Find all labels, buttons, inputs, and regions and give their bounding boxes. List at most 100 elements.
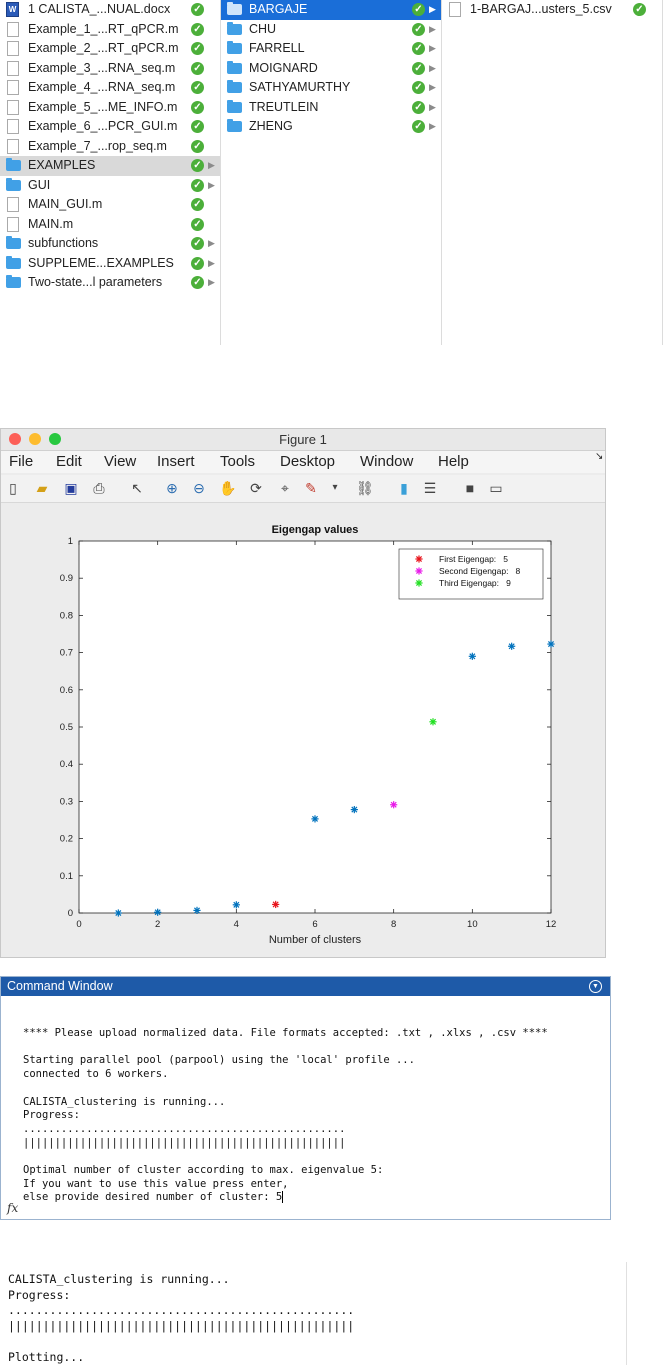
- file-icon: [7, 216, 19, 232]
- finder-col3-item-label: 1-BARGAJ...usters_5.csv: [470, 2, 612, 16]
- finder-col1-item[interactable]: Example_7_...rop_seq.m ✓: [0, 137, 220, 157]
- dock-icon[interactable]: ▭: [488, 480, 504, 496]
- finder-col2-item[interactable]: TREUTLEIN ✓ ▶: [221, 98, 441, 118]
- file-icon: [7, 197, 19, 212]
- finder-col1-item[interactable]: Example_4_...RNA_seq.m ✓: [0, 78, 220, 98]
- finder-col2-item[interactable]: CHU ✓ ▶: [221, 20, 441, 40]
- expand-arrow-icon: ▶: [208, 277, 215, 287]
- y-tick-label: 0.5: [60, 722, 73, 733]
- sync-check-icon: ✓: [633, 3, 646, 16]
- hide-tools-icon[interactable]: ■: [462, 480, 478, 496]
- menu-file[interactable]: File: [9, 453, 33, 470]
- zoom-in-icon[interactable]: ⊕: [164, 480, 180, 496]
- data-point: [232, 901, 240, 909]
- sync-check-icon: ✓: [191, 3, 204, 16]
- finder-col1-item[interactable]: subfunctions ✓ ▶: [0, 234, 220, 254]
- menu-edit[interactable]: Edit: [56, 453, 82, 470]
- menu-desktop[interactable]: Desktop: [280, 453, 335, 470]
- pan-icon[interactable]: ✋: [219, 480, 236, 496]
- command-line: Optimal number of cluster according to m…: [23, 1164, 384, 1176]
- data-point: [154, 908, 162, 916]
- fx-icon[interactable]: fx: [7, 1201, 18, 1215]
- finder-col1-item[interactable]: Example_5_...ME_INFO.m ✓: [0, 98, 220, 118]
- sync-check-icon: ✓: [412, 81, 425, 94]
- word-doc-icon: W: [6, 2, 19, 17]
- menu-help[interactable]: Help: [438, 453, 469, 470]
- figure-menubar: File Edit View Insert Tools Desktop Wind…: [1, 451, 605, 473]
- finder-col1-item[interactable]: GUI ✓ ▶: [0, 176, 220, 196]
- finder-col1-item[interactable]: Two-state...l parameters ✓ ▶: [0, 273, 220, 293]
- sync-check-icon: ✓: [412, 22, 425, 36]
- folder-icon: [6, 255, 21, 269]
- dropdown-icon[interactable]: ▾: [331, 480, 339, 496]
- file-icon: [7, 119, 19, 134]
- finder-col1-item-label: MAIN_GUI.m: [28, 197, 103, 211]
- brush-icon[interactable]: ✎: [303, 480, 319, 496]
- y-tick-label: 0.6: [60, 685, 73, 696]
- output-line: Plotting...: [8, 1349, 85, 1364]
- finder-col1-item-label: Example_1_...RT_qPCR.m: [28, 21, 179, 36]
- finder-col1-item[interactable]: W 1 CALISTA_...NUAL.docx ✓: [0, 0, 220, 20]
- console-output: CALISTA_clustering is running... Progress…: [0, 1262, 627, 1365]
- folder-icon: [227, 2, 242, 15]
- x-tick-label: 4: [234, 919, 239, 930]
- command-line: CALISTA_clustering is running...: [23, 1095, 226, 1108]
- finder-col1-item[interactable]: MAIN.m ✓: [0, 215, 220, 235]
- data-point: [468, 652, 476, 660]
- figure-plot-area: Eigengap values 0 2 4 6 8 10 12 0 0.1 0.2 0.3 0.4 0.5…: [1, 503, 605, 957]
- finder-col2-item[interactable]: BARGAJE ✓ ▶: [221, 0, 441, 20]
- expand-arrow-icon: ▶: [429, 82, 436, 92]
- file-icon: [7, 21, 19, 37]
- file-icon: [7, 41, 19, 56]
- finder-col3-item[interactable]: 1-BARGAJ...usters_5.csv ✓: [442, 0, 662, 20]
- sync-check-icon: ✓: [191, 120, 204, 133]
- folder-icon: [6, 275, 21, 288]
- finder-col1-item[interactable]: SUPPLEME...EXAMPLES ✓ ▶: [0, 254, 220, 274]
- legend-label: Second Eigengap: 8: [439, 566, 521, 576]
- save-icon[interactable]: ▣: [63, 480, 79, 496]
- finder-col1-item[interactable]: Example_6_...PCR_GUI.m ✓: [0, 117, 220, 137]
- finder-column-1: W1 CALISTA_...NUAL.docx ✓ Example_1_...RT_…: [0, 0, 221, 345]
- new-figure-icon[interactable]: ▯: [5, 480, 21, 496]
- data-point: [547, 640, 555, 648]
- finder-col2-item[interactable]: FARRELL ✓ ▶: [221, 39, 441, 59]
- expand-arrow-icon: ▶: [208, 179, 215, 190]
- legend-marker: [415, 555, 423, 563]
- sync-check-icon: ✓: [191, 81, 204, 94]
- finder-col2-item[interactable]: MOIGNARD ✓ ▶: [221, 59, 441, 79]
- y-tick-label: 0.2: [60, 834, 73, 845]
- command-line: Starting parallel pool (parpool) using t…: [23, 1054, 415, 1067]
- folder-icon: [227, 41, 242, 54]
- collapse-icon[interactable]: ▼: [589, 980, 602, 993]
- legend-marker: [415, 579, 423, 587]
- open-file-icon[interactable]: ▰: [34, 480, 50, 496]
- menubar-overflow-icon[interactable]: ↘: [595, 451, 603, 462]
- sync-check-icon: ✓: [191, 276, 204, 289]
- finder-col2-item-label: FARRELL: [249, 41, 305, 55]
- x-tick-label: 2: [155, 919, 160, 930]
- finder-col1-item[interactable]: EXAMPLES ✓ ▶: [0, 156, 220, 176]
- finder-column-2: BARGAJE ✓ ▶ CHU ✓ ▶ FARRELL ✓ ▶ MOIGNARD ✓ ▶ SATHYAM…: [221, 0, 442, 345]
- data-point: [272, 900, 280, 909]
- menu-window[interactable]: Window: [360, 453, 413, 470]
- pointer-icon[interactable]: ↖: [129, 480, 145, 496]
- print-icon[interactable]: ⎙: [91, 480, 107, 496]
- finder-col2-item[interactable]: SATHYAMURTHY ✓ ▶: [221, 78, 441, 98]
- menu-view[interactable]: View: [104, 453, 136, 470]
- finder-col1-item[interactable]: Example_3_...RNA_seq.m ✓: [0, 59, 220, 79]
- menu-tools[interactable]: Tools: [220, 453, 255, 470]
- finder-col1-item[interactable]: Example_1_...RT_qPCR.m ✓: [0, 20, 220, 40]
- menu-insert[interactable]: Insert: [157, 453, 195, 470]
- finder-col2-item[interactable]: ZHENG ✓ ▶: [221, 117, 441, 137]
- x-tick-label: 6: [312, 919, 317, 930]
- link-icon[interactable]: ⛓: [356, 480, 374, 496]
- colorbar-icon[interactable]: ▮: [396, 480, 412, 496]
- zoom-out-icon[interactable]: ⊖: [191, 480, 207, 496]
- sync-check-icon: ✓: [191, 139, 204, 153]
- rotate-icon[interactable]: ⟳: [248, 480, 264, 496]
- legend-icon[interactable]: ☰: [422, 480, 438, 496]
- sync-check-icon: ✓: [191, 100, 204, 114]
- finder-col1-item[interactable]: Example_2_...RT_qPCR.m ✓: [0, 39, 220, 59]
- finder-col1-item[interactable]: MAIN_GUI.m ✓: [0, 195, 220, 215]
- data-cursor-icon[interactable]: ⌖: [277, 480, 293, 496]
